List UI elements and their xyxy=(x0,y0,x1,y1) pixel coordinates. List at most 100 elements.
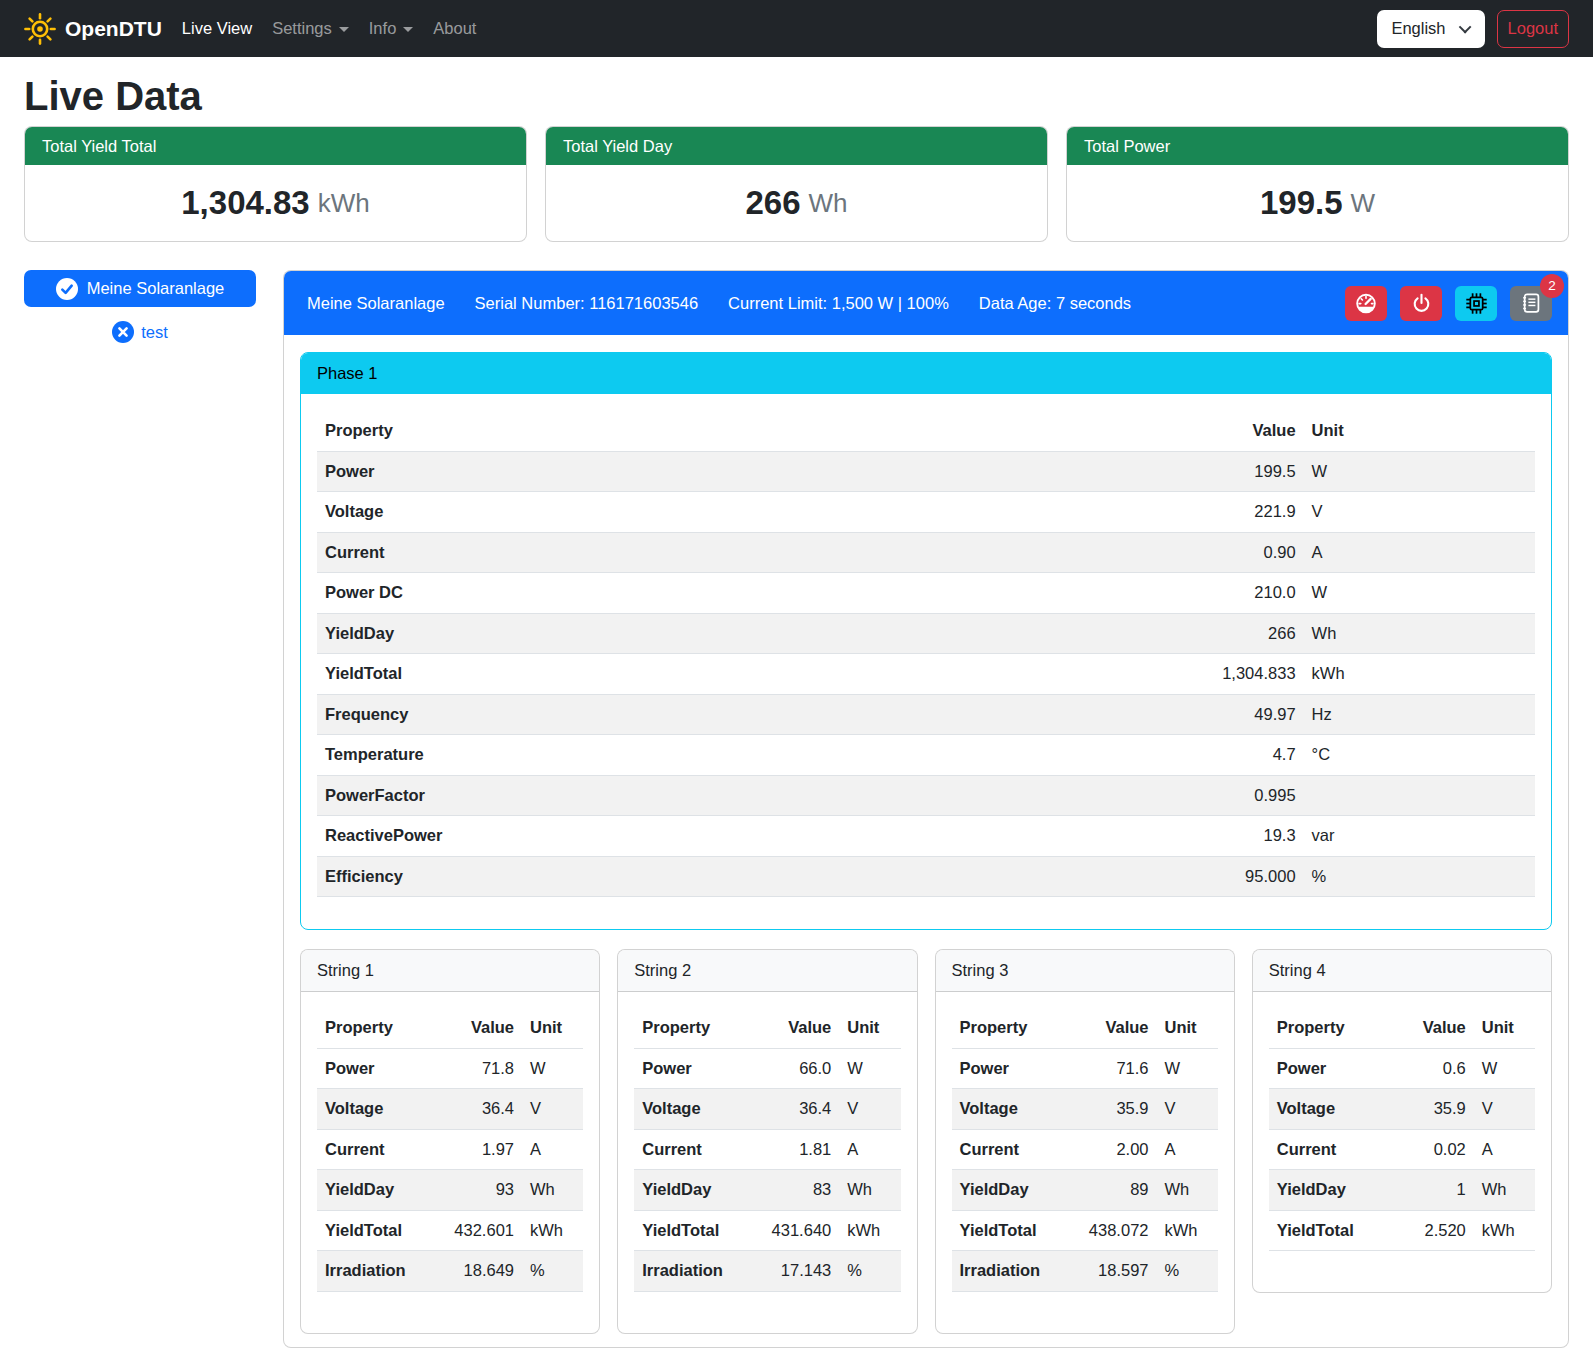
property-cell: Power xyxy=(952,1048,1072,1089)
value-cell: 18.649 xyxy=(437,1251,522,1292)
unit-cell: kWh xyxy=(1474,1210,1535,1251)
property-cell: PowerFactor xyxy=(317,775,1121,816)
value-cell: 1.81 xyxy=(754,1129,839,1170)
table-row: Frequency49.97Hz xyxy=(317,694,1535,735)
nav-item-about[interactable]: About xyxy=(425,19,484,38)
card-unit: W xyxy=(1351,188,1376,219)
inverter-select-button[interactable]: Meine Solaranlage xyxy=(24,270,256,307)
nav-item-settings[interactable]: Settings xyxy=(264,19,357,38)
col-header-property: Property xyxy=(317,411,1121,451)
page-title: Live Data xyxy=(24,72,1569,120)
unit-cell: A xyxy=(1474,1129,1535,1170)
inverter-panel-header: Meine Solaranlage Serial Number: 1161716… xyxy=(284,271,1568,335)
string-body: Property Value Unit Power66.0WVoltage36.… xyxy=(618,992,916,1333)
value-cell: 89 xyxy=(1071,1170,1156,1211)
inverter-serial: Serial Number: 116171603546 xyxy=(475,294,699,313)
unit-cell: % xyxy=(1157,1251,1218,1292)
property-cell: YieldTotal xyxy=(634,1210,754,1251)
unit-cell: kWh xyxy=(839,1210,900,1251)
table-row: Power71.6W xyxy=(952,1048,1218,1089)
col-header-value: Value xyxy=(754,1008,839,1048)
table-row: Temperature4.7°C xyxy=(317,735,1535,776)
table-row: YieldTotal431.640kWh xyxy=(634,1210,900,1251)
unit-cell: Wh xyxy=(1304,613,1535,654)
check-circle-icon xyxy=(56,278,78,300)
unit-cell: W xyxy=(1157,1048,1218,1089)
table-row: Efficiency95.000% xyxy=(317,856,1535,897)
col-header-unit: Unit xyxy=(1474,1008,1535,1048)
property-cell: Current xyxy=(317,1129,437,1170)
property-cell: Irradiation xyxy=(317,1251,437,1292)
table-row: Power66.0W xyxy=(634,1048,900,1089)
nav-item-label: Info xyxy=(369,19,397,38)
language-select[interactable]: English xyxy=(1377,10,1484,48)
string-table: Property Value Unit Power0.6WVoltage35.9… xyxy=(1269,1008,1535,1251)
phase-body: Property Value Unit Power199.5WVoltage22… xyxy=(301,394,1551,929)
card-value-row: 266 Wh xyxy=(546,165,1047,241)
property-cell: Irradiation xyxy=(634,1251,754,1292)
phase-card: Phase 1 Property Value Unit P xyxy=(300,352,1552,930)
inverter-item-test[interactable]: test xyxy=(24,321,256,343)
col-header-property: Property xyxy=(952,1008,1072,1048)
value-cell: 18.597 xyxy=(1071,1251,1156,1292)
limit-settings-button[interactable] xyxy=(1345,286,1387,321)
value-cell: 4.7 xyxy=(1121,735,1304,776)
property-cell: YieldDay xyxy=(317,613,1121,654)
power-button[interactable] xyxy=(1400,286,1442,321)
table-row: PowerFactor0.995 xyxy=(317,775,1535,816)
table-row: YieldTotal1,304.833kWh xyxy=(317,654,1535,695)
property-cell: Power xyxy=(634,1048,754,1089)
property-cell: Frequency xyxy=(317,694,1121,735)
inverter-actions: 2 xyxy=(1345,286,1552,321)
property-cell: Power xyxy=(1269,1048,1389,1089)
property-cell: Voltage xyxy=(317,492,1121,533)
table-row: Current1.97A xyxy=(317,1129,583,1170)
logout-button[interactable]: Logout xyxy=(1497,10,1569,48)
nav-item-live-view[interactable]: Live View xyxy=(174,19,260,38)
property-cell: Current xyxy=(1269,1129,1389,1170)
inverter-panel: Meine Solaranlage Serial Number: 1161716… xyxy=(283,270,1569,1348)
unit-cell: V xyxy=(1474,1089,1535,1130)
inverter-select-label: Meine Solaranlage xyxy=(87,279,225,298)
string-table: Property Value Unit Power71.8WVoltage36.… xyxy=(317,1008,583,1292)
property-cell: Voltage xyxy=(317,1089,437,1130)
unit-cell: A xyxy=(1157,1129,1218,1170)
property-cell: YieldTotal xyxy=(952,1210,1072,1251)
col-header-value: Value xyxy=(1389,1008,1474,1048)
value-cell: 0.6 xyxy=(1389,1048,1474,1089)
col-header-value: Value xyxy=(1121,411,1304,451)
value-cell: 438.072 xyxy=(1071,1210,1156,1251)
card-value-row: 199.5 W xyxy=(1067,165,1568,241)
table-row: YieldDay1Wh xyxy=(1269,1170,1535,1211)
unit-cell: V xyxy=(522,1089,583,1130)
value-cell: 35.9 xyxy=(1071,1089,1156,1130)
unit-cell: Wh xyxy=(839,1170,900,1211)
table-row: Power DC210.0W xyxy=(317,573,1535,614)
table-row: Power199.5W xyxy=(317,451,1535,492)
event-log-button[interactable]: 2 xyxy=(1510,286,1552,321)
brand[interactable]: OpenDTU xyxy=(24,13,162,45)
value-cell: 93 xyxy=(437,1170,522,1211)
chevron-down-icon xyxy=(339,27,349,32)
table-row: YieldDay93Wh xyxy=(317,1170,583,1211)
nav-item-info[interactable]: Info xyxy=(361,19,422,38)
gauge-icon xyxy=(1355,292,1377,314)
property-cell: Efficiency xyxy=(317,856,1121,897)
property-cell: Current xyxy=(952,1129,1072,1170)
string-card-1: String 1 Property Value Unit Power71.8WV… xyxy=(300,949,600,1334)
unit-cell: kWh xyxy=(1304,654,1535,695)
power-icon xyxy=(1411,293,1432,314)
col-header-property: Property xyxy=(1269,1008,1389,1048)
navbar: OpenDTU Live View Settings Info About En… xyxy=(0,0,1593,57)
property-cell: Voltage xyxy=(634,1089,754,1130)
string-table: Property Value Unit Power71.6WVoltage35.… xyxy=(952,1008,1218,1292)
table-row: YieldDay266Wh xyxy=(317,613,1535,654)
value-cell: 36.4 xyxy=(437,1089,522,1130)
inverter-data-age: Data Age: 7 seconds xyxy=(979,294,1131,313)
property-cell: YieldTotal xyxy=(1269,1210,1389,1251)
card-value: 1,304.83 xyxy=(181,184,309,222)
card-title: Total Power xyxy=(1067,127,1568,165)
table-row: ReactivePower19.3var xyxy=(317,816,1535,857)
device-info-button[interactable] xyxy=(1455,286,1497,321)
unit-cell: A xyxy=(522,1129,583,1170)
